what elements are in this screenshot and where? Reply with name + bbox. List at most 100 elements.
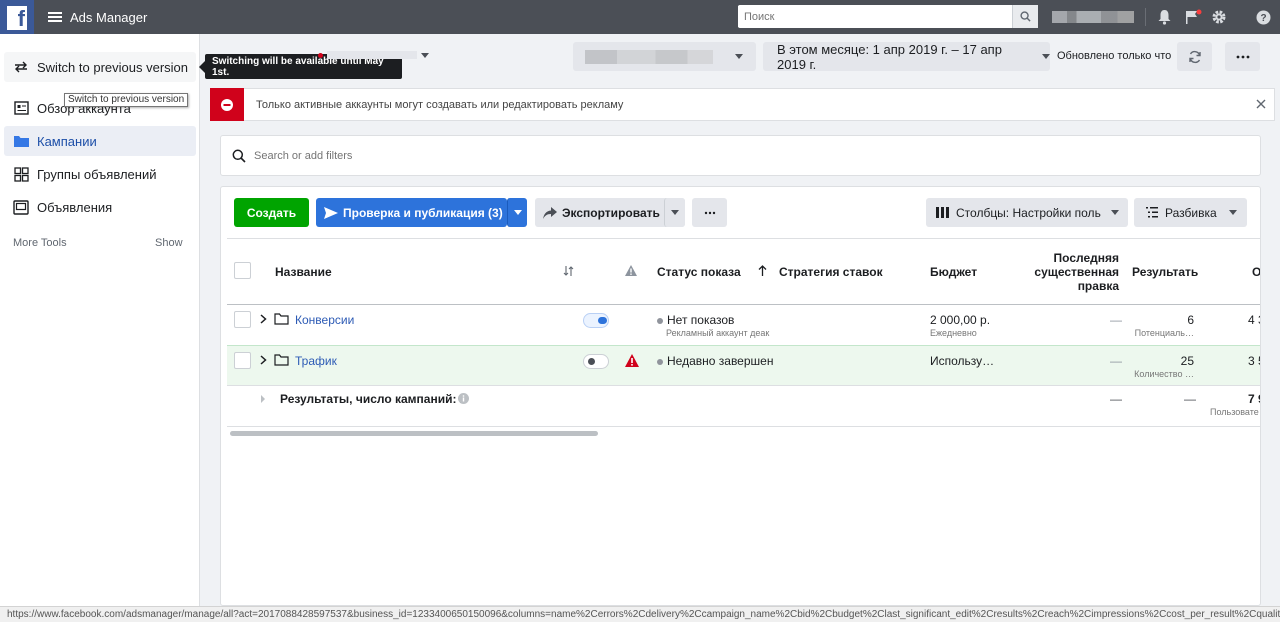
select-all-checkbox[interactable] — [234, 262, 251, 279]
more-icon — [1236, 55, 1249, 58]
chevron-down-icon — [1042, 54, 1050, 59]
sort-up-icon[interactable] — [758, 265, 767, 279]
column-header-reach[interactable]: Охв — [1252, 265, 1260, 279]
summary-reach: 7 9 — [1248, 392, 1260, 406]
campaign-name-link[interactable]: Трафик — [295, 354, 337, 368]
search-icon — [232, 149, 246, 163]
export-button[interactable]: Экспортировать — [535, 198, 685, 227]
campaign-name-link[interactable]: Конверсии — [295, 313, 354, 327]
search-input[interactable] — [738, 6, 1012, 27]
bell-icon[interactable] — [1155, 8, 1173, 26]
columns-selector[interactable]: Столбцы: Настройки поль — [926, 198, 1128, 227]
campaign-toggle[interactable] — [583, 313, 609, 328]
date-range-label: В этом месяце: 1 апр 2019 г. – 17 апр 20… — [777, 41, 1002, 72]
svg-text:?: ? — [1260, 13, 1266, 24]
budget-value: Использу… — [930, 354, 995, 368]
breakdown-label: Разбивка — [1165, 205, 1217, 220]
help-icon[interactable]: ? — [1254, 8, 1272, 26]
search-icon — [1020, 11, 1031, 22]
breakdown-selector[interactable]: Разбивка — [1134, 198, 1247, 227]
budget-period: Ежедневно — [930, 328, 977, 338]
alert-text: Только активные аккаунты могут создавать… — [256, 98, 624, 111]
export-dropdown[interactable] — [664, 198, 685, 227]
browser-status-url: https://www.facebook.com/adsmanager/mana… — [0, 606, 1280, 622]
review-publish-label: Проверка и публикация (3) — [343, 205, 503, 220]
facebook-logo-icon[interactable]: f — [0, 0, 34, 34]
sidebar-item-label: Кампании — [37, 133, 97, 149]
result-value: 25 — [1180, 354, 1194, 368]
folder-icon — [274, 354, 289, 366]
summary-reach-type: Пользовате — [1210, 407, 1259, 417]
columns-label: Столбцы: Настройки поль — [956, 205, 1101, 220]
account-selector[interactable] — [573, 42, 756, 71]
switch-version-button[interactable]: Switch to previous version — [4, 52, 196, 82]
sidebar-item-ads[interactable]: Объявления — [4, 192, 196, 222]
info-icon — [458, 393, 469, 404]
campaign-toggle[interactable] — [583, 354, 609, 369]
table-row[interactable]: Конверсии Нет показов Рекламный аккаунт … — [227, 305, 1260, 345]
toolbar-more-button[interactable] — [692, 198, 727, 227]
show-more-tools-link[interactable]: Show — [155, 237, 183, 249]
row-checkbox[interactable] — [234, 311, 251, 328]
column-header-last-edit[interactable]: Последняя существенная правка — [1026, 251, 1119, 293]
sidebar: Switch to previous version Обзор аккаунт… — [0, 34, 200, 606]
switch-version-label: Switch to previous version — [37, 59, 189, 75]
columns-icon — [936, 207, 949, 218]
row-checkbox[interactable] — [234, 352, 251, 369]
row-divider — [227, 426, 1260, 427]
warning-icon — [625, 354, 639, 367]
chevron-down-icon — [1228, 210, 1237, 215]
filter-bar — [220, 135, 1261, 176]
filter-input[interactable] — [254, 149, 654, 162]
sort-icon[interactable] — [563, 265, 574, 279]
date-range-picker[interactable]: В этом месяце: 1 апр 2019 г. – 17 апр 20… — [763, 41, 1050, 72]
table-row[interactable]: Трафик Недавно завершена Использу… — 25 … — [227, 346, 1260, 385]
no-entry-icon — [221, 98, 233, 111]
result-type: Количество … — [1134, 369, 1194, 379]
menu-icon[interactable] — [48, 12, 62, 22]
more-options-button[interactable] — [1225, 42, 1260, 71]
sidebar-item-label: Группы объявлений — [37, 166, 157, 182]
topbar-divider — [1145, 8, 1146, 26]
column-header-status[interactable]: Статус показа — [657, 265, 741, 279]
expand-summary-icon — [261, 395, 265, 403]
result-type: Потенциаль… — [1134, 328, 1194, 338]
refresh-button[interactable] — [1177, 42, 1212, 71]
create-button[interactable]: Создать — [234, 198, 309, 227]
delivery-status: Недавно завершена — [657, 354, 774, 368]
flag-icon[interactable] — [1184, 8, 1202, 26]
summary-last-edit: — — [1110, 392, 1122, 406]
column-header-name[interactable]: Название — [275, 265, 332, 279]
reach-value: 4 3 — [1248, 313, 1260, 327]
column-header-bid-strategy[interactable]: Стратегия ставок — [779, 265, 883, 279]
close-icon[interactable] — [1256, 98, 1266, 112]
search-box — [738, 5, 1038, 28]
account-name-blurred — [218, 46, 232, 60]
column-header-budget[interactable]: Бюджет — [930, 265, 977, 279]
review-publish-dropdown[interactable] — [507, 198, 527, 227]
result-value: 6 — [1187, 313, 1194, 327]
ad-icon — [12, 198, 30, 216]
chevron-down-icon — [671, 210, 679, 215]
folder-icon — [12, 132, 30, 150]
review-publish-button[interactable]: Проверка и публикация (3) — [316, 198, 507, 227]
delivery-status: Нет показов — [657, 313, 734, 327]
search-button[interactable] — [1012, 5, 1038, 28]
horizontal-scrollbar[interactable] — [230, 431, 598, 436]
column-header-result[interactable]: Результать — [1132, 265, 1198, 279]
gear-icon[interactable] — [1210, 8, 1228, 26]
export-label: Экспортировать — [562, 205, 660, 220]
chevron-down-icon — [1110, 210, 1119, 215]
share-arrow-icon — [543, 206, 557, 219]
status-dot-icon — [657, 317, 663, 324]
chevron-down-icon — [513, 210, 522, 215]
refresh-icon — [1188, 50, 1201, 63]
sidebar-item-ad-sets[interactable]: Группы объявлений — [4, 159, 196, 189]
reach-value: 3 5 — [1248, 354, 1260, 368]
account-avatar[interactable] — [1052, 11, 1134, 23]
sidebar-item-campaigns[interactable]: Кампании — [4, 126, 196, 156]
budget-value: 2 000,00 р. — [930, 313, 991, 327]
top-bar: f Ads Manager ? — [0, 0, 1280, 34]
more-tools-label: More Tools — [13, 237, 67, 249]
account-errors[interactable] — [318, 51, 429, 59]
